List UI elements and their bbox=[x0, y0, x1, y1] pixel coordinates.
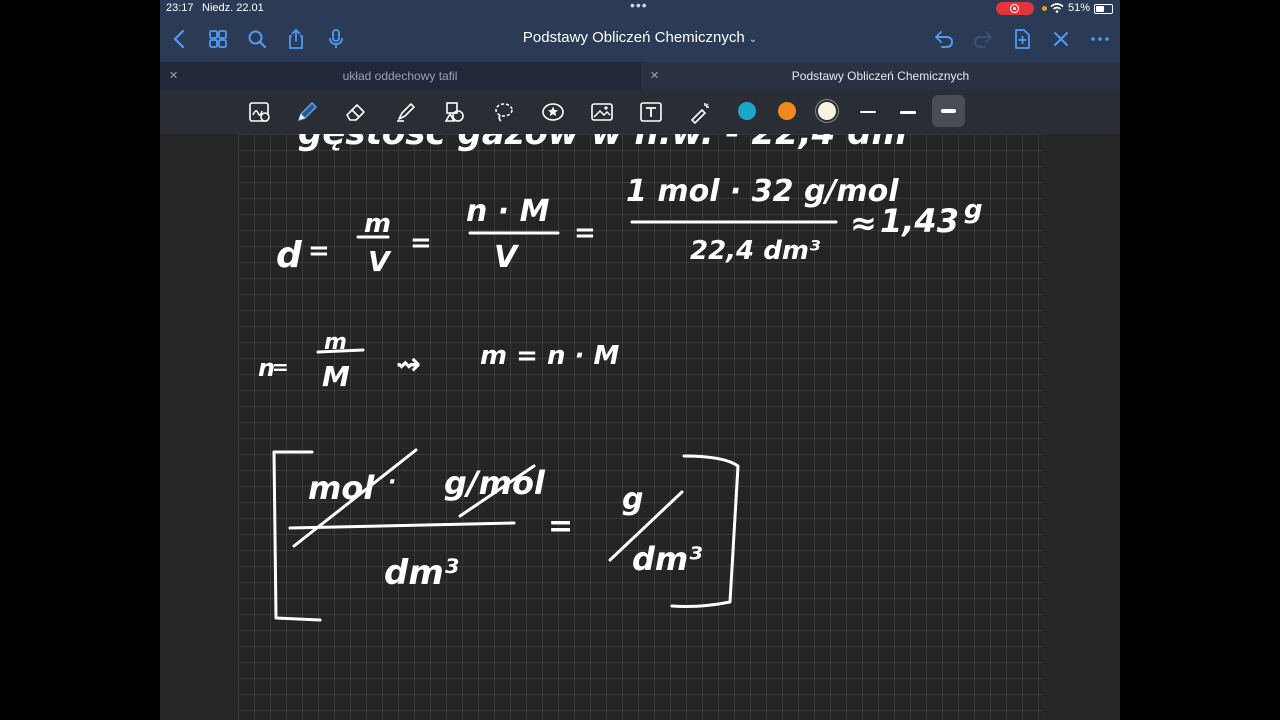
top-navigation-bar: 23:17 Niedz. 22.01 ••• 51% Podstawy Obli… bbox=[160, 0, 1120, 62]
stroke-width-thin[interactable] bbox=[858, 102, 878, 122]
microphone-button[interactable] bbox=[324, 27, 348, 51]
eq3-num-left: mol bbox=[308, 469, 375, 507]
add-page-button[interactable] bbox=[1010, 27, 1034, 51]
sticker-icon bbox=[542, 103, 564, 121]
undo-icon bbox=[935, 31, 953, 48]
stroke-width-medium-line bbox=[900, 110, 916, 114]
document-title: Podstawy Obliczeń Chemicznych bbox=[522, 29, 745, 46]
eq3-res-num: g bbox=[622, 482, 643, 517]
stroke-width-thick[interactable] bbox=[932, 95, 965, 127]
tool-shapes[interactable] bbox=[441, 98, 469, 126]
grid-icon bbox=[209, 30, 227, 48]
tool-image[interactable] bbox=[588, 98, 616, 126]
status-time: 23:17 bbox=[166, 2, 194, 14]
tab-uklad-oddechowy[interactable]: ✕ układ oddechowy tafil bbox=[160, 62, 640, 90]
eq2-arrow: ⇝ bbox=[396, 347, 421, 382]
eq3-num-dot: · bbox=[388, 470, 396, 495]
lasso-icon bbox=[495, 103, 513, 122]
handwritten-ink: gęstość gazów w n.w. - 22,4 dm d = m V =… bbox=[258, 134, 983, 622]
documents-grid-button[interactable] bbox=[206, 27, 230, 51]
eq3-den: dm³ bbox=[384, 553, 459, 593]
search-icon bbox=[248, 30, 267, 49]
tab-bar: ✕ układ oddechowy tafil ✕ Podstawy Oblic… bbox=[160, 62, 1120, 90]
tab-podstawy-obliczen[interactable]: ✕ Podstawy Obliczeń Chemicznych bbox=[641, 62, 1120, 90]
image-icon bbox=[591, 103, 613, 121]
note-page-canvas[interactable]: gęstość gazów w n.w. - 22,4 dm d = m V =… bbox=[238, 134, 1042, 720]
tab-label: układ oddechowy tafil bbox=[342, 69, 458, 83]
share-button[interactable] bbox=[284, 27, 308, 51]
eq2-equals: = bbox=[272, 355, 289, 379]
battery-icon bbox=[1094, 4, 1113, 14]
microphone-in-use-dot bbox=[1042, 6, 1047, 11]
microphone-icon bbox=[329, 29, 343, 48]
header-partial: gęstość gazów w n.w. - 22,4 dm bbox=[298, 134, 907, 153]
tool-sticker[interactable] bbox=[539, 98, 567, 126]
drawing-toolbar bbox=[160, 90, 1120, 134]
color-swatch-orange[interactable] bbox=[778, 102, 796, 120]
ipad-screen: 23:17 Niedz. 22.01 ••• 51% Podstawy Obli… bbox=[160, 0, 1120, 720]
eq2-frac-den: M bbox=[322, 360, 350, 393]
redo-button[interactable] bbox=[971, 27, 995, 51]
record-icon bbox=[1010, 4, 1019, 13]
highlighter-icon bbox=[397, 103, 415, 122]
wifi-icon bbox=[1050, 3, 1064, 13]
eq3-res-den: dm³ bbox=[632, 540, 702, 578]
tab-label: Podstawy Obliczeń Chemicznych bbox=[791, 69, 970, 83]
color-swatch-cream[interactable] bbox=[818, 102, 836, 120]
more-button[interactable] bbox=[1088, 27, 1112, 51]
eq1-lhs: d bbox=[276, 235, 303, 276]
tool-lasso[interactable] bbox=[490, 98, 518, 126]
eq1-frac1-num: m bbox=[364, 209, 391, 239]
screen-recording-indicator[interactable] bbox=[996, 2, 1034, 15]
eq2-frac-bar bbox=[316, 348, 365, 354]
chevron-left-icon bbox=[173, 29, 185, 49]
eq2-rhs: m = n · M bbox=[480, 341, 619, 371]
handwriting-zoom-icon bbox=[249, 102, 270, 122]
eq1-unit: g bbox=[964, 195, 983, 225]
eq1-frac2-den: V bbox=[494, 240, 520, 275]
stroke-width-medium[interactable] bbox=[898, 102, 918, 122]
undo-button[interactable] bbox=[932, 27, 956, 51]
status-date: Niedz. 22.01 bbox=[202, 2, 264, 14]
stroke-width-thin-line bbox=[860, 111, 876, 113]
eq3-equals: = bbox=[548, 509, 573, 544]
eq1-equals-3: = bbox=[574, 218, 596, 248]
close-icon bbox=[1054, 32, 1068, 46]
eq1-frac1-den: V bbox=[368, 245, 392, 278]
more-icon bbox=[1091, 37, 1109, 41]
back-button[interactable] bbox=[168, 27, 192, 51]
stroke-width-thick-line bbox=[941, 109, 956, 113]
tool-highlighter[interactable] bbox=[392, 98, 420, 126]
eq3-right-bracket bbox=[670, 454, 740, 608]
color-swatch-blue[interactable] bbox=[738, 102, 756, 120]
tool-laser-pointer[interactable] bbox=[686, 98, 714, 126]
battery-percent: 51% bbox=[1068, 2, 1091, 14]
document-title-menu[interactable]: Podstawy Obliczeń Chemicznych ⌄ bbox=[460, 29, 820, 46]
eq1-frac2-num: n · M bbox=[466, 194, 550, 229]
eq1-approx: ≈ bbox=[850, 204, 877, 242]
add-page-icon bbox=[1015, 29, 1030, 49]
share-icon bbox=[289, 28, 303, 49]
eq1-result: 1,43 bbox=[880, 202, 959, 240]
chevron-down-icon: ⌄ bbox=[748, 34, 758, 45]
eraser-icon bbox=[346, 104, 365, 121]
tool-handwriting-zoom[interactable] bbox=[246, 98, 274, 126]
redo-icon bbox=[974, 31, 992, 48]
battery-level bbox=[1096, 6, 1104, 12]
tool-pen[interactable] bbox=[293, 98, 321, 126]
tool-text[interactable] bbox=[637, 98, 665, 126]
pen-icon bbox=[297, 101, 318, 122]
eq1-equals-2: = bbox=[410, 228, 432, 258]
laser-pointer-icon bbox=[690, 103, 709, 124]
eq1-frac3-den: 22,4 dm³ bbox=[690, 236, 821, 266]
text-icon bbox=[640, 102, 662, 122]
close-document-button[interactable] bbox=[1049, 27, 1073, 51]
shapes-icon bbox=[444, 102, 464, 122]
search-button[interactable] bbox=[245, 27, 269, 51]
multitasking-dots-icon[interactable]: ••• bbox=[630, 0, 648, 13]
eq1-equals-1: = bbox=[308, 236, 330, 266]
tool-eraser[interactable] bbox=[342, 98, 370, 126]
